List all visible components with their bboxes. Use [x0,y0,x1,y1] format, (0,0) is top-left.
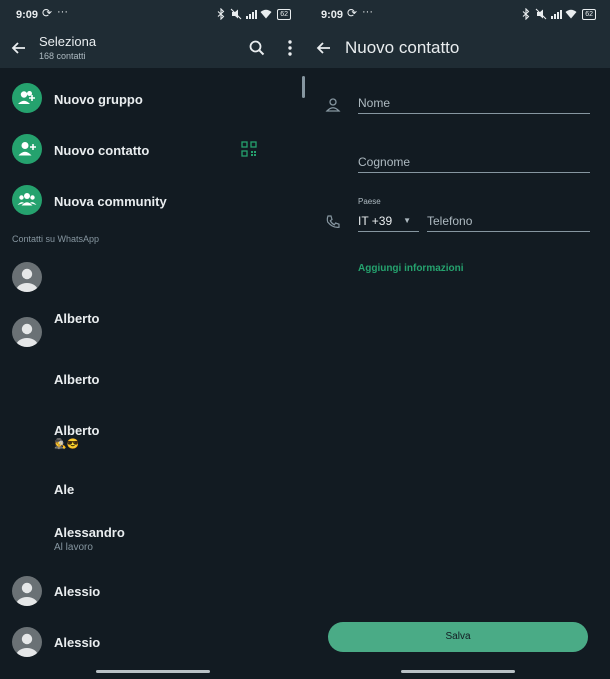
gesture-nav-bar[interactable] [96,670,210,673]
contact-row[interactable]: Alessandro Al lavoro [0,521,305,557]
new-community-item[interactable]: Nuova community [0,184,305,218]
contact-name: Alessio [54,635,101,650]
signal-icon [551,10,563,19]
app-bar: Nuovo contatto [305,30,610,68]
new-contact-screen: 9:09 ⟳ ··· 62 Nuovo contatto Nome Cognom… [305,0,610,679]
page-title: Nuovo contatto [345,38,460,57]
bluetooth-icon [217,8,225,20]
battery-indicator: 62 [582,8,596,20]
phone-icon [326,215,340,228]
country-label: Paese [358,197,381,206]
new-contact-label: Nuovo contatto [54,143,150,158]
contact-row[interactable]: Alessio [0,574,305,608]
page-title: Seleziona [39,34,97,49]
search-icon[interactable] [247,38,267,58]
first-name-field[interactable]: Nome [358,96,590,114]
contact-status: 🕵😎 [54,439,79,450]
contact-row[interactable]: Alberto 🕵😎 [0,419,305,455]
add-info-link[interactable]: Aggiungi informazioni [358,263,464,274]
contact-status: Al lavoro [54,542,93,553]
sync-icon: ⟳ [42,6,53,20]
more-notifications-icon: ··· [362,6,373,18]
avatar [12,627,42,657]
sync-icon: ⟳ [347,6,358,20]
status-time: 9:09 [16,9,39,21]
contact-name: Ale [54,482,75,497]
person-icon [325,98,341,112]
qr-code-icon[interactable] [241,141,257,157]
person-add-icon [12,134,42,164]
status-bar: 9:09 ⟳ ··· 62 [305,0,610,30]
contact-name: Alessandro [54,525,125,540]
contact-row[interactable]: Ale [0,478,305,508]
avatar [12,317,42,347]
avatar [12,576,42,606]
save-button[interactable]: Salva [328,622,588,652]
status-time: 9:09 [321,9,344,21]
contact-name: Alessio [54,584,101,599]
contact-row[interactable]: Alessio [0,625,305,659]
last-name-field[interactable]: Cognome [358,155,590,173]
new-group-item[interactable]: Nuovo gruppo [0,82,305,116]
back-arrow-icon[interactable] [9,38,29,58]
gesture-nav-bar[interactable] [401,670,515,673]
avatar [12,262,42,292]
new-community-label: Nuova community [54,194,167,209]
mute-icon [535,8,547,20]
country-code-select[interactable]: IT +39 ▼ [358,214,419,232]
contact-row[interactable]: Alberto [0,309,305,349]
contact-name: Alberto [54,372,100,387]
phone-field[interactable]: Telefono [427,214,590,232]
group-add-icon [12,83,42,113]
section-header: Contatti su WhatsApp [12,234,100,244]
contact-name: Alberto [54,423,100,438]
status-icons: 62 [215,8,291,20]
bluetooth-icon [522,8,530,20]
more-notifications-icon: ··· [57,6,68,18]
mute-icon [230,8,242,20]
dropdown-arrow-icon: ▼ [403,216,411,225]
country-code-value: IT +39 [358,214,393,228]
back-arrow-icon[interactable] [314,38,334,58]
contacts-count: 168 contatti [39,51,86,61]
signal-icon [246,10,258,19]
more-options-icon[interactable] [280,38,300,58]
select-contact-screen: 9:09 ⟳ ··· 62 Seleziona 168 contatti Nuo… [0,0,305,679]
community-icon [12,185,42,215]
status-icons: 62 [520,8,596,20]
app-bar: Seleziona 168 contatti [0,30,305,68]
new-contact-item[interactable]: Nuovo contatto [0,133,305,167]
contact-row[interactable] [0,258,305,298]
wifi-icon [565,9,577,19]
new-group-label: Nuovo gruppo [54,92,143,107]
contact-row[interactable]: Alberto [0,368,305,398]
contact-name: Alberto [54,311,100,326]
status-bar: 9:09 ⟳ ··· 62 [0,0,305,30]
battery-indicator: 62 [277,8,291,20]
wifi-icon [260,9,272,19]
